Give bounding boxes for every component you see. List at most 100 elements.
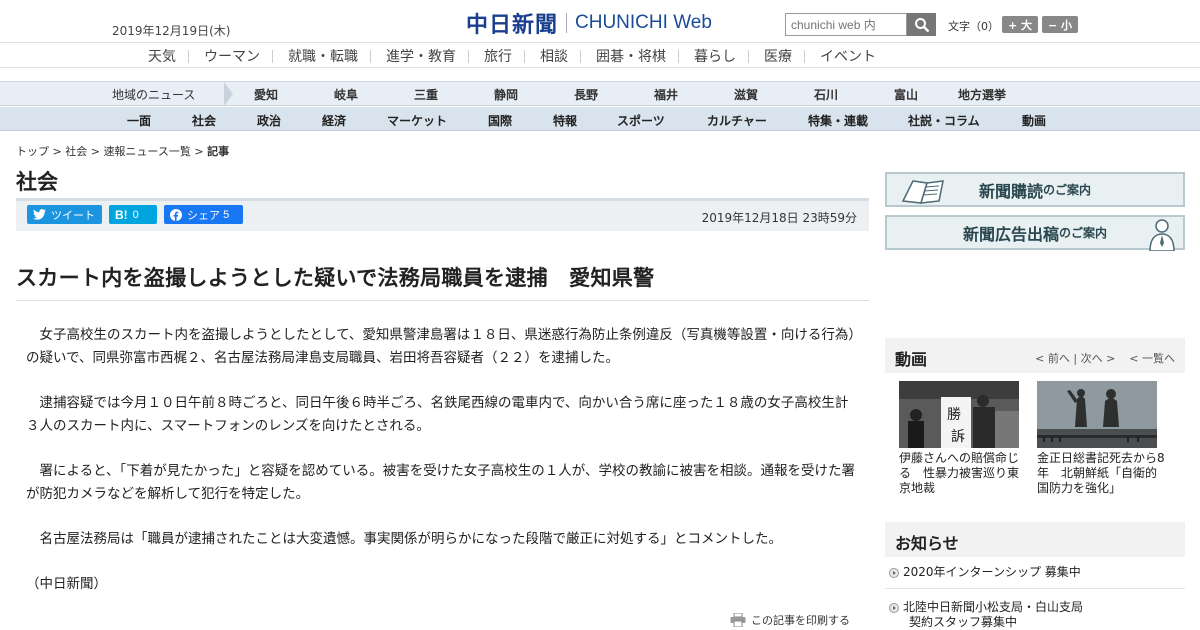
nav-divider [468,50,469,63]
region-item-toyama[interactable]: 富山 [894,86,918,103]
person-icon [1149,219,1175,251]
category-politics[interactable]: 政治 [257,112,281,129]
search-input[interactable] [785,13,907,36]
subscription-banner[interactable]: 新聞購読 のご案内 [885,172,1185,207]
category-video[interactable]: 動画 [1022,112,1046,129]
region-item-ishikawa[interactable]: 石川 [814,86,838,103]
video-section-header: 動画 < 前へ | 次へ > < 一覧へ [885,338,1185,373]
tweet-label: ツイート [51,209,95,222]
region-nav: 地域のニュース 愛知 岐阜 三重 静岡 長野 福井 滋賀 石川 富山 地方選挙 [0,81,1200,106]
category-culture[interactable]: カルチャー [707,112,767,129]
hatena-count: 0 [132,208,139,221]
notice-label: 2020年インターンシップ 募集中 [903,565,1081,579]
logo-divider [566,13,568,33]
category-front[interactable]: 一面 [127,112,151,129]
category-economy[interactable]: 経済 [322,112,346,129]
press-conference-image: 勝 訴 [899,381,1019,448]
facebook-label: シェア [187,209,220,222]
region-nav-label: 地域のニュース [112,88,196,102]
video-prev-link[interactable]: 前へ [1048,352,1070,365]
facebook-icon [170,208,182,221]
svg-text:勝: 勝 [947,407,961,423]
statues-image [1037,381,1157,448]
publish-date: 2019年12月18日 23時59分 [701,211,857,225]
region-item-nagano[interactable]: 長野 [574,86,598,103]
category-sports[interactable]: スポーツ [617,112,665,129]
logo-japanese: 中日新聞 [466,12,559,38]
svg-text:訴: 訴 [951,429,965,445]
region-item-gifu[interactable]: 岐阜 [334,86,358,103]
nav-divider [748,50,749,63]
video-list-link[interactable]: 一覧へ [1142,352,1175,365]
category-market[interactable]: マーケット [387,112,447,129]
region-item-fukui[interactable]: 福井 [654,86,678,103]
facebook-share-button[interactable]: シェア 5 [164,205,243,224]
breadcrumb-society[interactable]: 社会 [65,145,87,158]
notice-section-title: お知らせ [895,534,959,553]
article-headline: スカート内を盗撮しようとした疑いで法務局職員を逮捕 愛知県警 [16,266,655,290]
nav-item-go-shogi[interactable]: 囲碁・将棋 [596,46,666,66]
notice-item[interactable]: 北陸中日新聞小松支局・白山支局 契約スタッフ募集中 [889,600,1083,630]
tweet-button[interactable]: ツイート [27,205,102,224]
article-paragraph: 女子高校生のスカート内を盗撮しようとしたとして、愛知県警津島署は１８日、県迷惑行… [26,327,856,366]
logo-web: Web [673,12,712,33]
hatena-button[interactable]: B! 0 [109,205,157,224]
category-features[interactable]: 特集・連載 [808,112,868,129]
advertising-banner[interactable]: 新聞広告出稿 のご案内 [885,215,1185,251]
nav-item-travel[interactable]: 旅行 [484,46,512,66]
search-button[interactable] [907,13,936,36]
category-editorial[interactable]: 社説・コラム [908,112,980,129]
region-item-shizuoka[interactable]: 静岡 [494,86,518,103]
font-smaller-button[interactable]: − 小 [1042,16,1078,33]
banner-subscription-title: 新聞購読 [978,181,1043,201]
region-item-mie[interactable]: 三重 [414,86,438,103]
notice-line-2: 契約スタッフ募集中 [909,615,1018,629]
nav-divider [272,50,273,63]
print-link[interactable]: この記事を印刷する [730,612,850,628]
article-paragraph: 名古屋法務局は「職員が逮捕されたことは大変遺憾。事実関係が明らかになった段階で厳… [26,531,782,547]
notice-item[interactable]: 2020年インターンシップ 募集中 [889,565,1081,580]
notice-section-header: お知らせ [885,522,1185,557]
region-item-elections[interactable]: 地方選挙 [958,86,1006,103]
category-special[interactable]: 特報 [553,112,577,129]
notice-divider [885,588,1185,589]
notice-line-1: 北陸中日新聞小松支局・白山支局 [903,600,1084,614]
category-nav: 一面 社会 政治 経済 マーケット 国際 特報 スポーツ カルチャー 特集・連載… [0,107,1200,131]
category-international[interactable]: 国際 [488,112,512,129]
nav-item-living[interactable]: 暮らし [694,46,736,66]
video-caption[interactable]: 金正日総書記死去から8年 北朝鮮紙「自衛的国防力を強化」 [1037,451,1165,496]
video-section-title: 動画 [895,350,928,369]
nav-item-weather[interactable]: 天気 [148,46,176,66]
twitter-icon [33,209,46,220]
nav-item-events[interactable]: イベント [820,46,876,66]
region-item-shiga[interactable]: 滋賀 [734,86,758,103]
video-thumbnail[interactable]: 勝 訴 [899,381,1019,448]
font-larger-button[interactable]: + 大 [1002,16,1038,33]
video-next-link[interactable]: 次へ [1081,352,1103,365]
notice-label: 北陸中日新聞小松支局・白山支局 契約スタッフ募集中 [903,600,1083,630]
search-icon [914,17,929,32]
breadcrumb-current: 記事 [207,145,230,158]
video-caption[interactable]: 伊藤さんへの賠償命じる 性暴力被害巡り東京地裁 [899,451,1027,496]
nav-item-medical[interactable]: 医療 [764,46,792,66]
nav-divider [188,50,189,63]
site-logo[interactable]: 中日新聞 CHUNICHI Web [466,9,712,38]
nav-divider [524,50,525,63]
video-thumbnail[interactable] [1037,381,1157,448]
header-date: 2019年12月19日(木) [112,24,231,38]
category-society[interactable]: 社会 [192,112,216,129]
nav-divider [804,50,805,63]
share-bar: ツイート B! 0 シェア 5 2019年12月18日 23時59分 [16,198,869,231]
article-credit: （中日新聞） [26,576,107,592]
region-item-aichi[interactable]: 愛知 [254,86,278,103]
nav-divider [580,50,581,63]
nav-item-education[interactable]: 進学・教育 [386,46,456,66]
nav-item-woman[interactable]: ウーマン [204,46,260,66]
breadcrumb-news-list[interactable]: 速報ニュース一覧 [103,145,190,158]
article-paragraph: 逮捕容疑では今月１０日午前８時ごろと、同日午後６時半ごろ、名鉄尾西線の電車内で、… [26,395,849,434]
breadcrumb-top[interactable]: トップ [16,145,49,158]
logo-english-name: CHUNICHI [575,12,668,33]
article-paragraph: 署によると、「下着が見たかった」と容疑を認めている。被害を受けた女子高校生の１人… [26,463,856,502]
nav-item-jobs[interactable]: 就職・転職 [288,46,358,66]
nav-item-consult[interactable]: 相談 [540,46,568,66]
